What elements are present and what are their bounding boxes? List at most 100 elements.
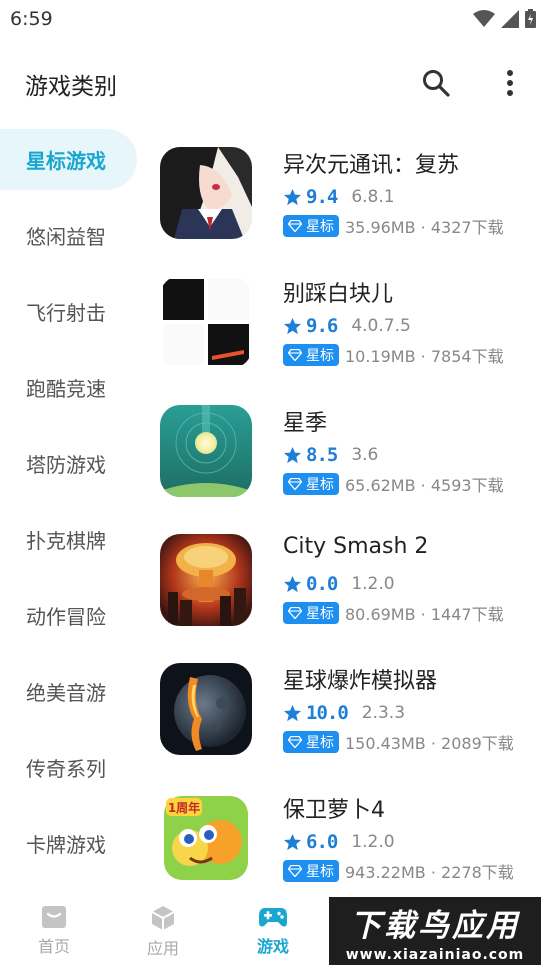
status-time: 6:59 [10, 8, 53, 30]
more-vertical-icon [507, 70, 513, 96]
badge-label: 星标 [306, 735, 334, 751]
star-badge: 星标 [283, 860, 339, 882]
app-name: City Smash 2 [283, 534, 429, 559]
gamepad-icon [259, 908, 287, 927]
search-icon [423, 70, 450, 97]
badge-label: 星标 [306, 477, 334, 493]
app-header: 游戏类别 [0, 52, 546, 112]
piano-tiles-icon[interactable] [160, 276, 252, 368]
badge-label: 星标 [306, 219, 334, 235]
star-badge: 星标 [283, 215, 339, 237]
app-size-downloads: 10.19MB · 7854下载 [345, 347, 504, 366]
app-row[interactable]: 星季 8.5 3.6 星标 65.62MB · 4593下载 [145, 387, 546, 516]
app-name: 别踩白块儿 [283, 282, 394, 307]
app-name: 保卫萝卜4 [283, 798, 385, 823]
app-sub: 星标 10.19MB · 7854下载 [283, 343, 504, 367]
app-row[interactable]: 别踩白块儿 9.6 4.0.7.5 星标 10.19MB · 7854下载 [145, 258, 546, 387]
app-meta: 9.6 4.0.7.5 [283, 314, 411, 338]
sidebar-item-label: 动作冒险 [26, 605, 106, 629]
app-rating: 9.4 [306, 186, 338, 208]
watermark-logo: 下载鸟应用 www.xiazainiao.com [327, 895, 543, 967]
sidebar-item-label: 星标游戏 [26, 149, 106, 173]
sidebar-item-card-games[interactable]: 卡牌游戏 [0, 813, 137, 874]
sidebar-item-label: 扑克棋牌 [26, 529, 106, 553]
app-rating: 0.0 [306, 573, 338, 595]
star-badge: 星标 [283, 344, 339, 366]
nav-label: 游戏 [256, 937, 289, 956]
app-version: 3.6 [351, 445, 379, 465]
app-row[interactable]: City Smash 2 0.0 1.2.0 星标 80.69MB · 1447… [145, 516, 546, 645]
nav-games[interactable]: 游戏 [243, 905, 303, 957]
badge-label: 星标 [306, 864, 334, 880]
app-meta: 8.5 3.6 [283, 443, 378, 467]
sidebar-item-action-adventure[interactable]: 动作冒险 [0, 585, 137, 646]
sidebar-item-tower-defense[interactable]: 塔防游戏 [0, 433, 137, 494]
app-name: 异次元通讯：复苏 [283, 153, 460, 178]
star-badge: 星标 [283, 473, 339, 495]
diamond-icon [288, 478, 302, 490]
app-row[interactable]: 星球爆炸模拟器 10.0 2.3.3 星标 150.43MB · 2089下载 [145, 645, 546, 774]
home-icon [42, 906, 66, 928]
search-button[interactable] [416, 63, 456, 103]
sidebar-item-flight-shooting[interactable]: 飞行射击 [0, 281, 137, 342]
page-title: 游戏类别 [25, 74, 117, 100]
app-row[interactable]: 异次元通讯：复苏 9.4 6.8.1 星标 35.96MB · 4327下载 [145, 129, 546, 258]
app-sub: 星标 943.22MB · 2278下载 [283, 859, 514, 883]
app-size-downloads: 65.62MB · 4593下载 [345, 476, 504, 495]
glowing-orb-icon[interactable] [160, 405, 252, 497]
app-list: 异次元通讯：复苏 9.4 6.8.1 星标 35.96MB · 4327下载 别… [145, 129, 546, 889]
category-sidebar: 星标游戏 悠闲益智 飞行射击 跑酷竞速 塔防游戏 扑克棋牌 动作冒险 绝美音游 … [0, 129, 145, 889]
app-rating: 10.0 [306, 702, 349, 724]
nav-apps[interactable]: 应用 [133, 905, 193, 959]
sidebar-item-legend-series[interactable]: 传奇系列 [0, 737, 137, 798]
signal-icon [501, 9, 519, 28]
sidebar-item-label: 传奇系列 [26, 757, 106, 781]
app-row[interactable]: 1周年 保卫萝卜4 6.0 1.2.0 星标 943.22MB · 2278下载 [145, 774, 546, 889]
app-version: 2.3.3 [361, 703, 406, 723]
app-size-downloads: 35.96MB · 4327下载 [345, 218, 504, 237]
sidebar-item-casual-puzzle[interactable]: 悠闲益智 [0, 205, 137, 266]
app-sub: 星标 65.62MB · 4593下载 [283, 472, 504, 496]
badge-label: 星标 [306, 606, 334, 622]
sidebar-item-music-games[interactable]: 绝美音游 [0, 661, 137, 722]
app-meta: 6.0 1.2.0 [283, 830, 395, 854]
diamond-icon [288, 349, 302, 361]
app-version: 4.0.7.5 [351, 316, 411, 336]
app-name: 星季 [283, 411, 328, 436]
nav-label: 应用 [146, 939, 179, 958]
app-meta: 9.4 6.8.1 [283, 185, 395, 209]
more-button[interactable] [490, 63, 530, 103]
app-name: 星球爆炸模拟器 [283, 669, 438, 694]
badge-label: 星标 [306, 348, 334, 364]
sidebar-item-label: 绝美音游 [26, 681, 106, 705]
status-icons [473, 9, 536, 28]
star-icon [283, 188, 302, 205]
app-sub: 星标 35.96MB · 4327下载 [283, 214, 504, 238]
nuclear-explosion-icon[interactable] [160, 534, 252, 626]
app-size-downloads: 150.43MB · 2089下载 [345, 734, 514, 753]
sidebar-item-label: 飞行射击 [26, 301, 106, 325]
diamond-icon [288, 220, 302, 232]
star-icon [283, 704, 302, 721]
battery-icon [525, 9, 536, 28]
app-size-downloads: 80.69MB · 1447下载 [345, 605, 504, 624]
nav-label: 首页 [37, 937, 70, 956]
diamond-icon [288, 736, 302, 748]
wifi-icon [473, 9, 495, 27]
cube-icon [151, 906, 175, 930]
sidebar-item-starred[interactable]: 星标游戏 [0, 129, 137, 190]
app-rating: 6.0 [306, 831, 338, 853]
app-sub: 星标 80.69MB · 1447下载 [283, 601, 504, 625]
sidebar-item-parkour-racing[interactable]: 跑酷竞速 [0, 357, 137, 418]
sidebar-item-poker-chess[interactable]: 扑克棋牌 [0, 509, 137, 570]
watermark-url: www.xiazainiao.com [345, 946, 525, 963]
watermark-text: 下载鸟应用 [350, 907, 520, 944]
star-badge: 星标 [283, 602, 339, 624]
app-sub: 星标 150.43MB · 2089下载 [283, 730, 514, 754]
exploding-planet-icon[interactable] [160, 663, 252, 755]
carrot-game-icon[interactable]: 1周年 [160, 792, 252, 884]
anime-girl-icon[interactable] [160, 147, 252, 239]
nav-home[interactable]: 首页 [24, 905, 84, 957]
sidebar-item-label: 跑酷竞速 [26, 377, 106, 401]
star-icon [283, 833, 302, 850]
